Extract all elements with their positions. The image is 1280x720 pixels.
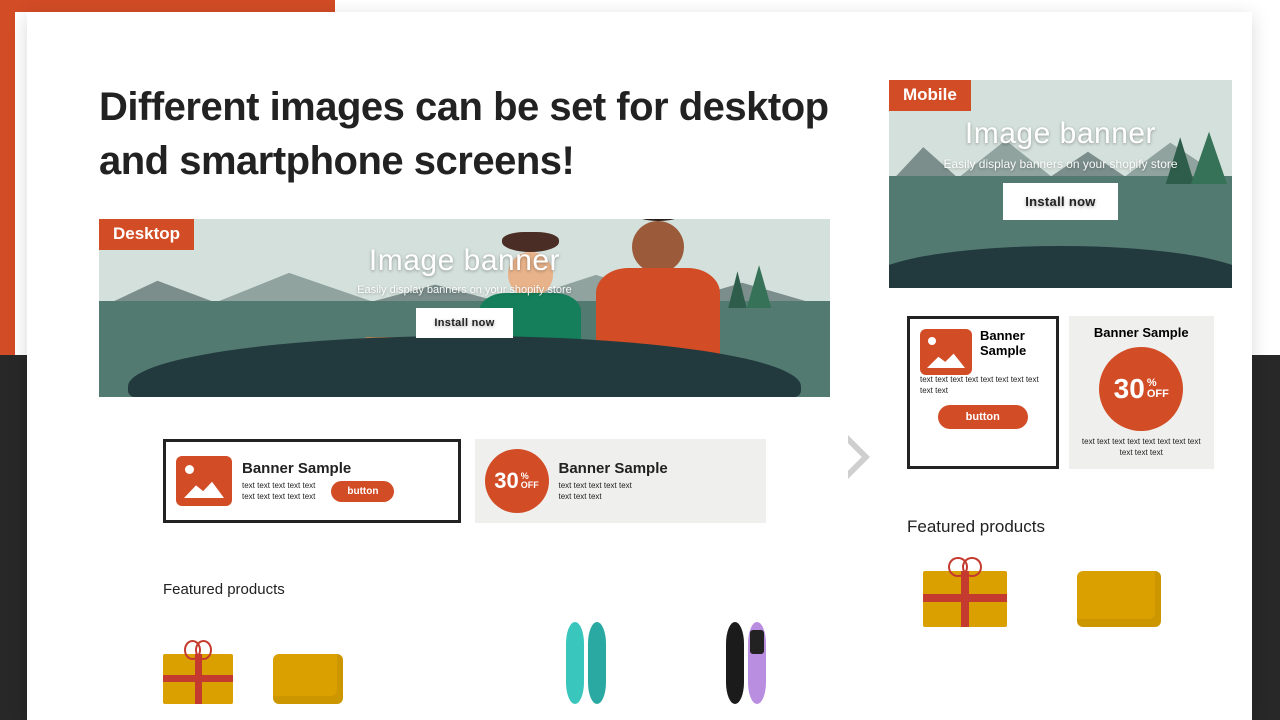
product-row-mobile <box>923 567 1198 627</box>
desktop-preview: Image banner Easily display banners on y… <box>99 219 830 720</box>
product-snowboards-1[interactable] <box>566 622 606 704</box>
promo-page: Different images can be set for desktop … <box>0 0 1280 720</box>
product-gift[interactable] <box>923 571 1007 627</box>
hero-banner-desktop: Image banner Easily display banners on y… <box>99 219 830 397</box>
desktop-tag: Desktop <box>99 219 194 250</box>
hero-text-block: Image banner Easily display banners on y… <box>889 117 1232 220</box>
banner-a-button[interactable]: button <box>331 481 394 502</box>
banner-b-body: text text text text text text text text <box>559 481 757 503</box>
banner-a-title: Banner Sample <box>242 460 448 477</box>
banner-a-body: text text text text text text text text … <box>920 375 1046 397</box>
hero-subtitle: Easily display banners on your shopify s… <box>889 157 1232 171</box>
product-snowboards-2[interactable] <box>726 622 766 704</box>
hero-banner-mobile: Image banner Easily display banners on y… <box>889 80 1232 288</box>
discount-number: 30 <box>1114 373 1145 405</box>
hero-boat <box>889 246 1232 288</box>
banner-a-body: text text text text text text text text … <box>242 481 315 503</box>
banner-sample-b[interactable]: 30 %OFF Banner Sample text text text tex… <box>475 439 767 523</box>
hero-install-button[interactable]: Install now <box>1003 183 1117 220</box>
banner-sample-a-mobile[interactable]: Banner Sample text text text text text t… <box>907 316 1059 469</box>
hero-text-block: Image banner Easily display banners on y… <box>260 244 669 338</box>
featured-heading-mobile: Featured products <box>907 517 1214 537</box>
mobile-tag: Mobile <box>889 80 971 111</box>
banner-a-button[interactable]: button <box>938 405 1028 429</box>
product-soap[interactable] <box>1077 571 1161 627</box>
featured-heading: Featured products <box>163 581 766 598</box>
banner-sample-row: Banner Sample text text text text text t… <box>163 439 766 523</box>
hero-title: Image banner <box>889 117 1232 151</box>
product-soap[interactable] <box>273 654 343 704</box>
hero-install-button[interactable]: Install now <box>416 308 512 338</box>
image-icon <box>176 456 232 506</box>
hero-title: Image banner <box>260 244 669 278</box>
accent-stripe-left <box>0 12 15 355</box>
discount-badge: 30 %OFF <box>1099 347 1183 431</box>
mobile-preview: Image banner Easily display banners on y… <box>889 80 1232 720</box>
headline-text: Different images can be set for desktop … <box>99 80 839 188</box>
accent-stripe-top <box>0 0 335 12</box>
discount-badge: 30 %OFF <box>485 449 549 513</box>
banner-b-title: Banner Sample <box>1079 326 1205 341</box>
banner-b-body: text text text text text text text text … <box>1079 437 1205 459</box>
hero-subtitle: Easily display banners on your shopify s… <box>260 284 669 296</box>
discount-number: 30 <box>494 468 518 494</box>
arrow-right-icon <box>845 435 873 484</box>
banner-b-title: Banner Sample <box>559 460 757 477</box>
banner-sample-a[interactable]: Banner Sample text text text text text t… <box>163 439 461 523</box>
content-card: Different images can be set for desktop … <box>27 12 1252 720</box>
banner-sample-row-mobile: Banner Sample text text text text text t… <box>907 316 1214 469</box>
banner-sample-b-mobile[interactable]: Banner Sample 30 %OFF text text text tex… <box>1069 316 1215 469</box>
product-gift[interactable] <box>163 654 233 704</box>
product-row <box>163 620 766 704</box>
image-icon <box>920 329 972 375</box>
